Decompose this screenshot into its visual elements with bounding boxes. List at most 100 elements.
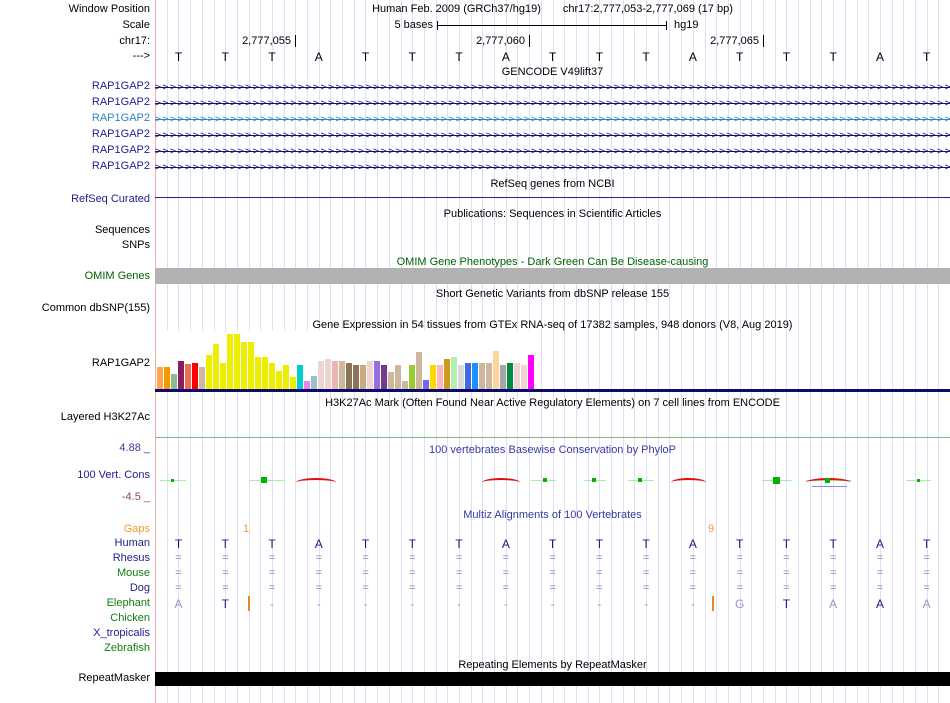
multiz-species-label[interactable]: X_tropicalis [0,627,150,640]
multiz-alignment-cell[interactable]: = [482,582,529,594]
gtex-tissue-bar[interactable] [514,363,520,389]
multiz-species-label[interactable]: Mouse [0,567,150,580]
multiz-alignment-cell[interactable]: = [810,582,857,594]
multiz-alignment-cell[interactable]: = [389,582,436,594]
gencode-transcript-label[interactable]: RAP1GAP2 [0,80,150,93]
multiz-alignment-cell[interactable]: = [576,552,623,564]
phylop-positive-tick[interactable] [916,478,920,482]
phylop-positive-tick[interactable] [261,477,267,483]
gtex-tissue-bar[interactable] [507,363,513,389]
gencode-transcript[interactable]: >>>>>>>>>>>>>>>>>>>>>>>>>>>>>>>>>>>>>>>>… [155,129,950,141]
multiz-alignment-cell[interactable]: = [903,567,950,579]
repeatmasker-track-title[interactable]: Repeating Elements by RepeatMasker [155,659,950,672]
gtex-tissue-bar[interactable] [381,365,387,389]
sequence-base[interactable]: T [576,50,623,64]
gtex-tissue-bar[interactable] [367,361,373,389]
multiz-alignment-cell[interactable]: T [155,537,202,551]
multiz-alignment-cell[interactable]: - [342,597,389,611]
gtex-tissue-bar[interactable] [199,367,205,389]
multiz-alignment-cell[interactable]: = [576,567,623,579]
publications-track-title[interactable]: Publications: Sequences in Scientific Ar… [155,208,950,221]
gtex-tissue-bar[interactable] [444,359,450,389]
sequence-base[interactable]: A [482,50,529,64]
sequence-base[interactable]: T [436,50,483,64]
gtex-tissue-bar[interactable] [325,359,331,389]
sequence-base[interactable]: A [669,50,716,64]
multiz-alignment-cell[interactable]: = [529,552,576,564]
gencode-transcript[interactable]: >>>>>>>>>>>>>>>>>>>>>>>>>>>>>>>>>>>>>>>>… [155,97,950,109]
gtex-tissue-bar[interactable] [500,365,506,389]
multiz-alignment-cell[interactable]: T [576,537,623,551]
gtex-tissue-bar[interactable] [465,363,471,389]
multiz-alignment-cell[interactable]: = [763,552,810,564]
multiz-alignment-cell[interactable]: = [529,582,576,594]
gtex-tissue-bar[interactable] [192,363,198,389]
multiz-species-label[interactable]: Zebrafish [0,642,150,655]
sequence-base[interactable]: A [295,50,342,64]
multiz-alignment-cell[interactable]: A [810,597,857,611]
phylop-positive-tick[interactable] [772,476,780,484]
multiz-alignment-cell[interactable]: - [623,597,670,611]
multiz-alignment-cell[interactable]: = [436,582,483,594]
multiz-alignment-cell[interactable]: = [482,567,529,579]
gtex-tissue-bar[interactable] [346,363,352,389]
multiz-species-label[interactable]: Human [0,537,150,550]
multiz-alignment-cell[interactable]: = [389,552,436,564]
phylop-positive-tick[interactable] [543,478,547,482]
multiz-track-title[interactable]: Multiz Alignments of 100 Vertebrates [155,509,950,522]
gtex-track-title[interactable]: Gene Expression in 54 tissues from GTEx … [155,319,950,332]
multiz-alignment-cell[interactable]: - [529,597,576,611]
gtex-tissue-bar[interactable] [332,361,338,389]
multiz-alignment-cell[interactable]: = [249,567,296,579]
repeatmasker-label[interactable]: RepeatMasker [0,672,150,685]
gencode-transcript-label[interactable]: RAP1GAP2 [0,112,150,125]
snps-label[interactable]: SNPs [0,239,150,252]
gtex-tissue-bar[interactable] [311,376,317,389]
multiz-alignment-cell[interactable]: = [342,582,389,594]
gtex-tissue-bar[interactable] [171,374,177,389]
gencode-transcript[interactable]: >>>>>>>>>>>>>>>>>>>>>>>>>>>>>>>>>>>>>>>>… [155,113,950,125]
multiz-alignment-cell[interactable]: = [763,567,810,579]
gtex-tissue-bar[interactable] [360,365,366,389]
multiz-alignment-cell[interactable]: = [903,582,950,594]
sequence-base[interactable]: A [857,50,904,64]
h3k27ac-signal-baseline[interactable] [155,437,950,438]
multiz-alignment-cell[interactable]: T [763,597,810,611]
multiz-alignment-cell[interactable]: A [669,537,716,551]
gtex-tissue-bar[interactable] [423,380,429,389]
multiz-alignment-cell[interactable]: = [155,582,202,594]
gtex-tissue-bar[interactable] [304,381,310,389]
sequence-base[interactable]: T [342,50,389,64]
multiz-alignment-cell[interactable]: = [249,582,296,594]
gencode-transcript-label[interactable]: RAP1GAP2 [0,128,150,141]
gtex-tissue-bar[interactable] [458,365,464,389]
multiz-alignment-cell[interactable]: T [342,537,389,551]
multiz-alignment-cell[interactable]: T [810,537,857,551]
gtex-tissue-bar[interactable] [276,371,282,389]
phylop-positive-line[interactable] [249,480,285,481]
refseq-curated-label[interactable]: RefSeq Curated [0,193,150,206]
refseq-track-title[interactable]: RefSeq genes from NCBI [155,178,950,191]
phylop-track-title[interactable]: 100 vertebrates Basewise Conservation by… [155,444,950,457]
multiz-alignment-cell[interactable]: = [529,567,576,579]
gtex-gene-label[interactable]: RAP1GAP2 [0,357,150,370]
multiz-alignment-cell[interactable]: = [295,567,342,579]
multiz-alignment-cell[interactable]: T [763,537,810,551]
multiz-alignment-cell[interactable]: = [202,552,249,564]
phylop-negative-arc[interactable] [671,478,706,487]
sequence-base[interactable]: T [763,50,810,64]
gtex-tissue-bar[interactable] [213,344,219,389]
gtex-tissue-bar[interactable] [255,357,261,389]
multiz-alignment-cell[interactable]: = [857,567,904,579]
sequence-base[interactable]: T [810,50,857,64]
multiz-alignment-cell[interactable]: T [202,537,249,551]
multiz-alignment-cell[interactable]: A [155,597,202,611]
multiz-alignment-cell[interactable]: T [249,537,296,551]
multiz-alignment-cell[interactable]: A [482,537,529,551]
strand-direction-label[interactable]: ---> [0,50,150,63]
multiz-alignment-cell[interactable]: = [389,567,436,579]
phylop-positive-tick[interactable] [824,477,830,483]
multiz-alignment-cell[interactable]: = [903,552,950,564]
multiz-species-label[interactable]: Dog [0,582,150,595]
sequence-base[interactable]: T [903,50,950,64]
